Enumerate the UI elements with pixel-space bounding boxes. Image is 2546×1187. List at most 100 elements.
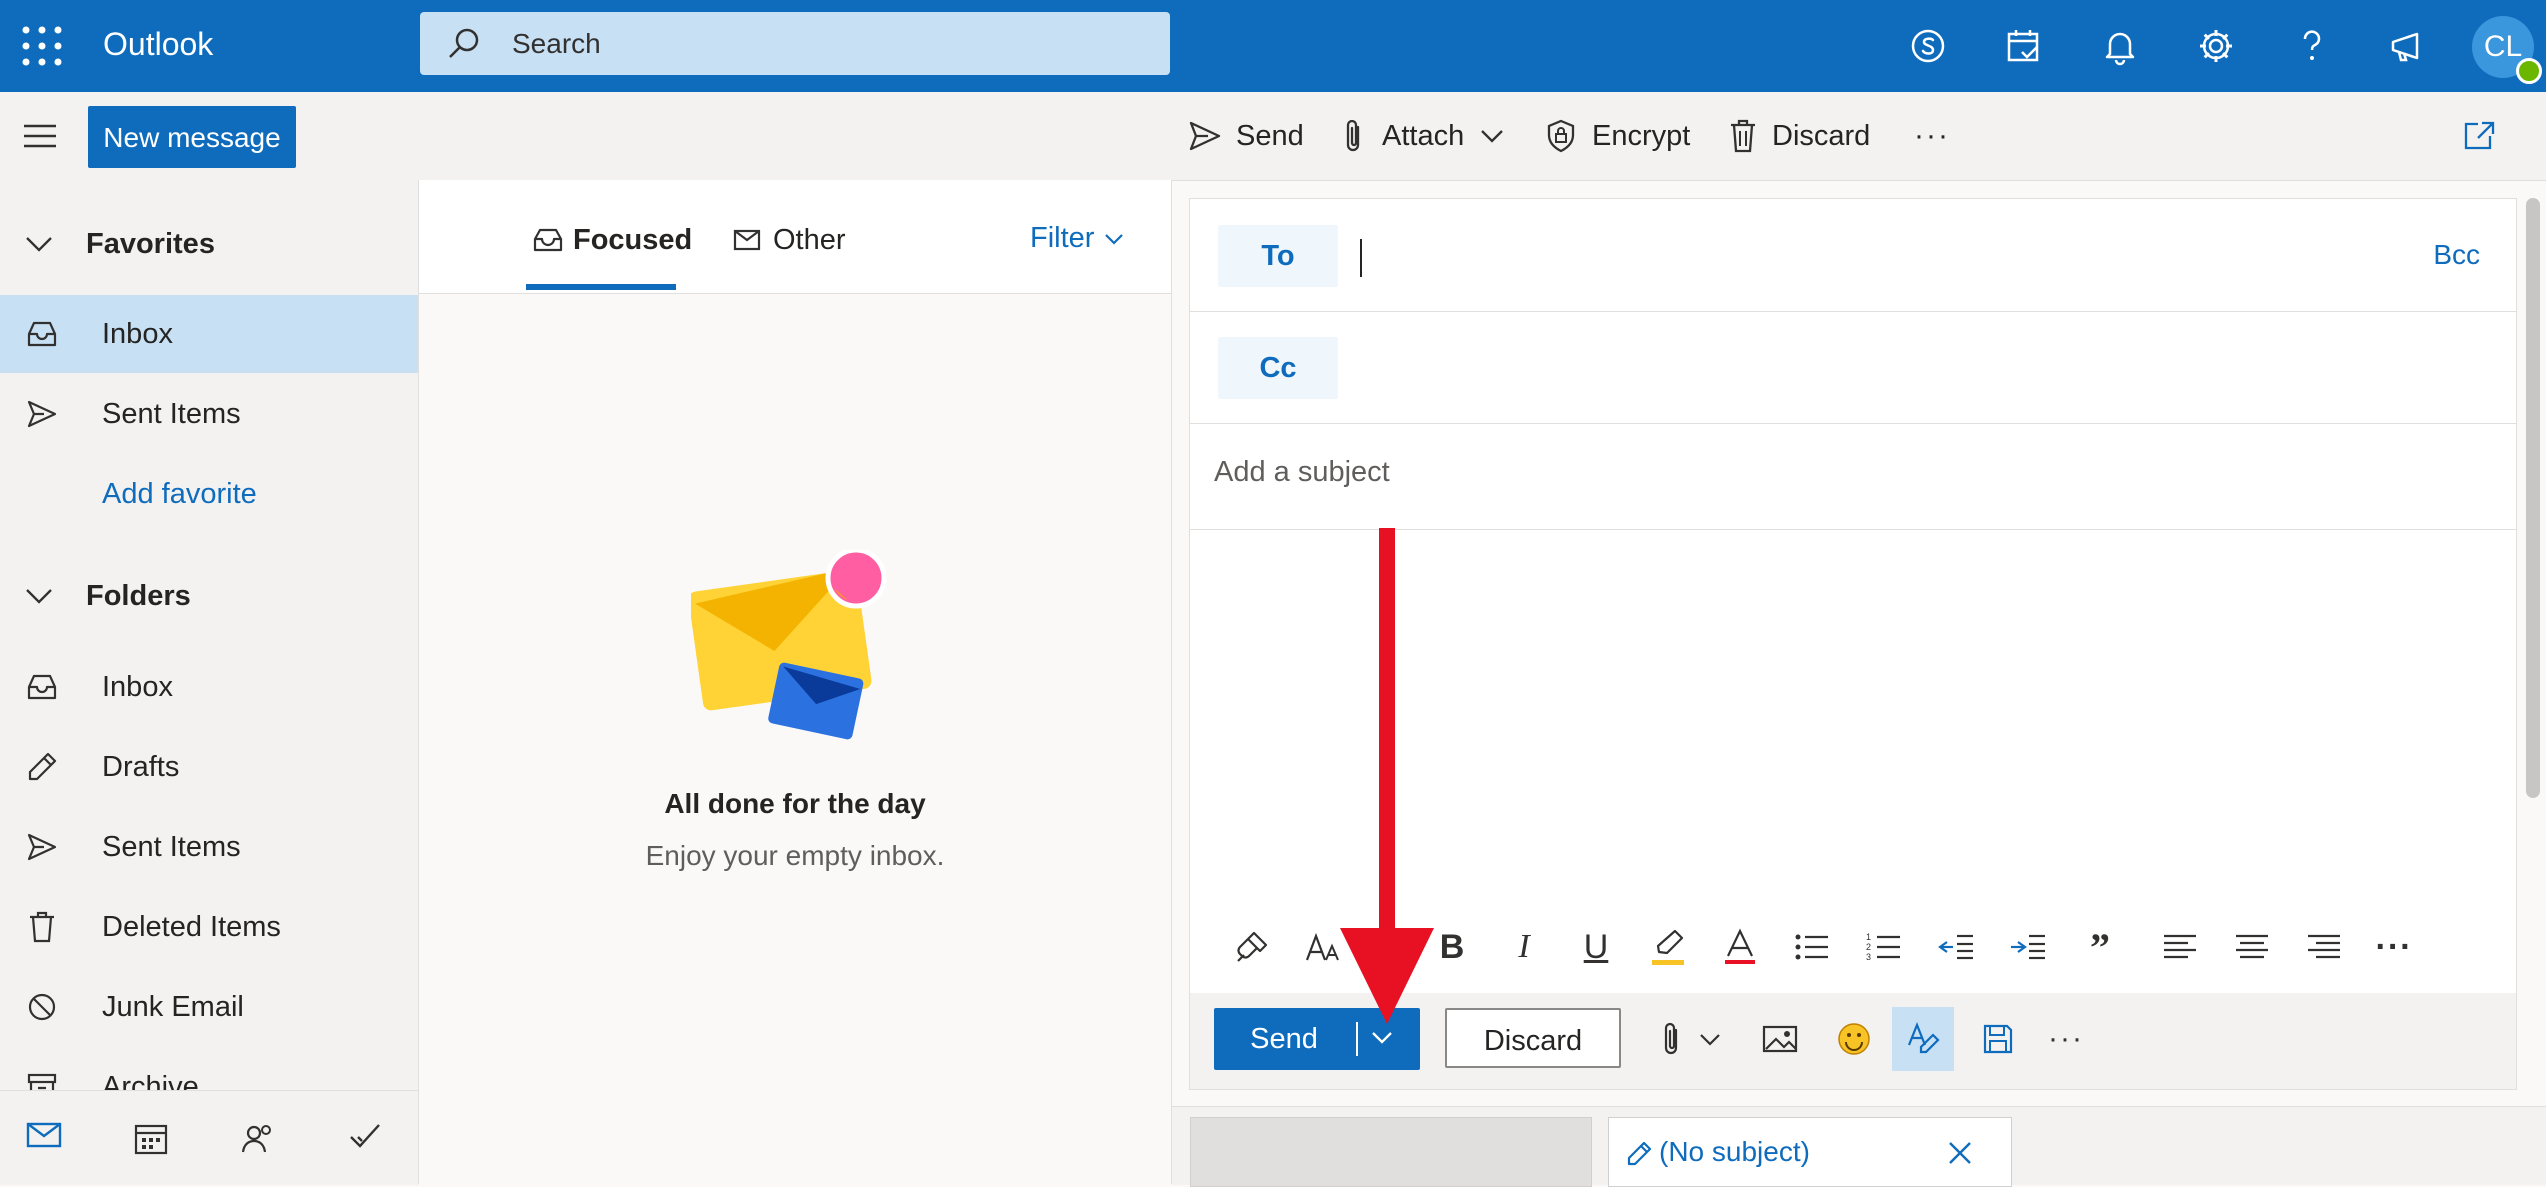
- app-launcher-icon[interactable]: [18, 22, 66, 70]
- cc-row: Cc: [1190, 311, 2516, 424]
- attach-command[interactable]: Attach: [1340, 112, 1518, 160]
- align-center-icon[interactable]: [2228, 923, 2276, 971]
- subject-input[interactable]: Add a subject: [1214, 456, 1390, 489]
- tab-other[interactable]: Other: [733, 220, 846, 260]
- mail-icon[interactable]: [26, 1121, 62, 1149]
- nav-favorite-sent-items[interactable]: Sent Items: [0, 375, 418, 453]
- numbering-icon[interactable]: 123: [1860, 923, 1908, 971]
- insert-picture-icon[interactable]: [1756, 1015, 1804, 1063]
- inbox-pivot-bar: Focused Other Filter: [419, 180, 1171, 294]
- to-row: To Bcc: [1190, 199, 2516, 312]
- align-left-icon[interactable]: [2156, 923, 2204, 971]
- nav-item-label: Deleted Items: [102, 910, 281, 943]
- editor-icon[interactable]: [1892, 1007, 1954, 1071]
- cc-input[interactable]: [1350, 331, 2450, 403]
- chevron-down-icon: [0, 587, 86, 605]
- send-button-label: Send: [1250, 1023, 1318, 1055]
- bold-icon[interactable]: B: [1428, 923, 1476, 971]
- more-commands-button[interactable]: ···: [1914, 112, 1950, 160]
- nav-item-label: Sent Items: [102, 397, 241, 430]
- send-command[interactable]: Send: [1188, 112, 1304, 160]
- svg-text:2: 2: [1866, 942, 1871, 952]
- bullets-icon[interactable]: [1788, 923, 1836, 971]
- gear-icon[interactable]: [2190, 20, 2242, 72]
- paperclip-icon: [1340, 117, 1382, 155]
- emoji-icon[interactable]: [1830, 1015, 1878, 1063]
- svg-text:3: 3: [1866, 952, 1871, 962]
- bcc-link[interactable]: Bcc: [2433, 239, 2480, 271]
- close-icon[interactable]: [1947, 1140, 1973, 1166]
- popout-icon[interactable]: [2462, 120, 2496, 152]
- new-message-button[interactable]: New message: [88, 106, 296, 168]
- highlight-icon[interactable]: [1644, 923, 1692, 971]
- cc-button[interactable]: Cc: [1218, 337, 1338, 399]
- help-icon[interactable]: [2286, 20, 2338, 72]
- svg-text:1: 1: [1866, 932, 1871, 942]
- nav-item-label: Sent Items: [102, 830, 241, 863]
- search-icon: [446, 26, 482, 62]
- discard-command-label: Discard: [1772, 119, 1871, 152]
- inbox-icon: [22, 673, 62, 701]
- font-color-icon[interactable]: [1716, 923, 1764, 971]
- format-painter-icon[interactable]: [1228, 923, 1276, 971]
- align-right-icon[interactable]: [2300, 923, 2348, 971]
- folders-header[interactable]: Folders: [0, 566, 418, 626]
- subject-row: Add a subject: [1190, 423, 2516, 530]
- nav-folder-junk-email[interactable]: Junk Email: [0, 968, 418, 1046]
- save-draft-icon[interactable]: [1974, 1015, 2022, 1063]
- nav-item-label: Drafts: [102, 750, 180, 783]
- favorites-header[interactable]: Favorites: [0, 214, 418, 274]
- megaphone-icon[interactable]: [2382, 20, 2434, 72]
- tab-other-label: Other: [773, 223, 846, 256]
- more-options-button[interactable]: ···: [2042, 1015, 2090, 1063]
- chevron-down-icon: [0, 235, 86, 253]
- app-title[interactable]: Outlook: [103, 22, 213, 66]
- annotation-arrow: [1340, 528, 1434, 1028]
- draft-tab[interactable]: (No subject): [1608, 1117, 2012, 1187]
- calendar-check-icon[interactable]: [1998, 20, 2050, 72]
- presence-badge: [2516, 58, 2542, 84]
- discard-command[interactable]: Discard: [1728, 112, 1870, 160]
- compose-scrollbar[interactable]: [2526, 198, 2540, 798]
- search-placeholder: Search: [512, 28, 601, 59]
- add-favorite-link[interactable]: Add favorite: [0, 455, 418, 533]
- message-list-pane: Focused Other Filter All done for the da…: [419, 180, 1172, 1184]
- calendar-icon[interactable]: [134, 1121, 168, 1155]
- nav-folder-inbox[interactable]: Inbox: [0, 648, 418, 726]
- hamburger-menu-icon[interactable]: [20, 118, 60, 154]
- other-inbox-icon: [733, 227, 773, 253]
- focused-inbox-icon: [533, 227, 573, 253]
- bell-icon[interactable]: [2094, 20, 2146, 72]
- chevron-down-icon: [1480, 128, 1518, 144]
- pencil-icon: [1625, 1140, 1653, 1168]
- send-icon: [22, 399, 62, 429]
- more-formatting-button[interactable]: ···: [2370, 923, 2418, 971]
- encrypt-command[interactable]: Encrypt: [1544, 112, 1690, 160]
- active-tab-indicator: [526, 284, 676, 290]
- search-box[interactable]: Search: [420, 12, 1170, 75]
- italic-icon[interactable]: I: [1500, 923, 1548, 971]
- people-icon[interactable]: [240, 1121, 276, 1155]
- draft-tab-empty[interactable]: [1190, 1117, 1592, 1187]
- paperclip-icon[interactable]: [1652, 1015, 1692, 1063]
- chevron-down-icon[interactable]: [1370, 1028, 1394, 1048]
- discard-button[interactable]: Discard: [1445, 1008, 1621, 1068]
- nav-favorite-inbox[interactable]: Inbox: [0, 295, 418, 373]
- increase-indent-icon[interactable]: [2004, 923, 2052, 971]
- top-bar: Outlook Search CL: [0, 0, 2546, 92]
- todo-icon[interactable]: [348, 1121, 382, 1151]
- quote-icon[interactable]: ”: [2076, 923, 2124, 971]
- command-bar: New message Send Attach Encrypt Discard …: [0, 92, 2546, 181]
- chevron-down-icon[interactable]: [1694, 1015, 1726, 1063]
- decrease-indent-icon[interactable]: [1932, 923, 1980, 971]
- filter-button[interactable]: Filter: [1030, 222, 1124, 255]
- to-input[interactable]: [1350, 219, 2350, 291]
- nav-folder-deleted-items[interactable]: Deleted Items: [0, 888, 418, 966]
- nav-folder-drafts[interactable]: Drafts: [0, 728, 418, 806]
- nav-folder-sent-items[interactable]: Sent Items: [0, 808, 418, 886]
- skype-icon[interactable]: [1902, 20, 1954, 72]
- chevron-down-icon: [1094, 232, 1124, 246]
- underline-icon[interactable]: U: [1572, 923, 1620, 971]
- to-button[interactable]: To: [1218, 225, 1338, 287]
- tab-focused[interactable]: Focused: [533, 220, 692, 260]
